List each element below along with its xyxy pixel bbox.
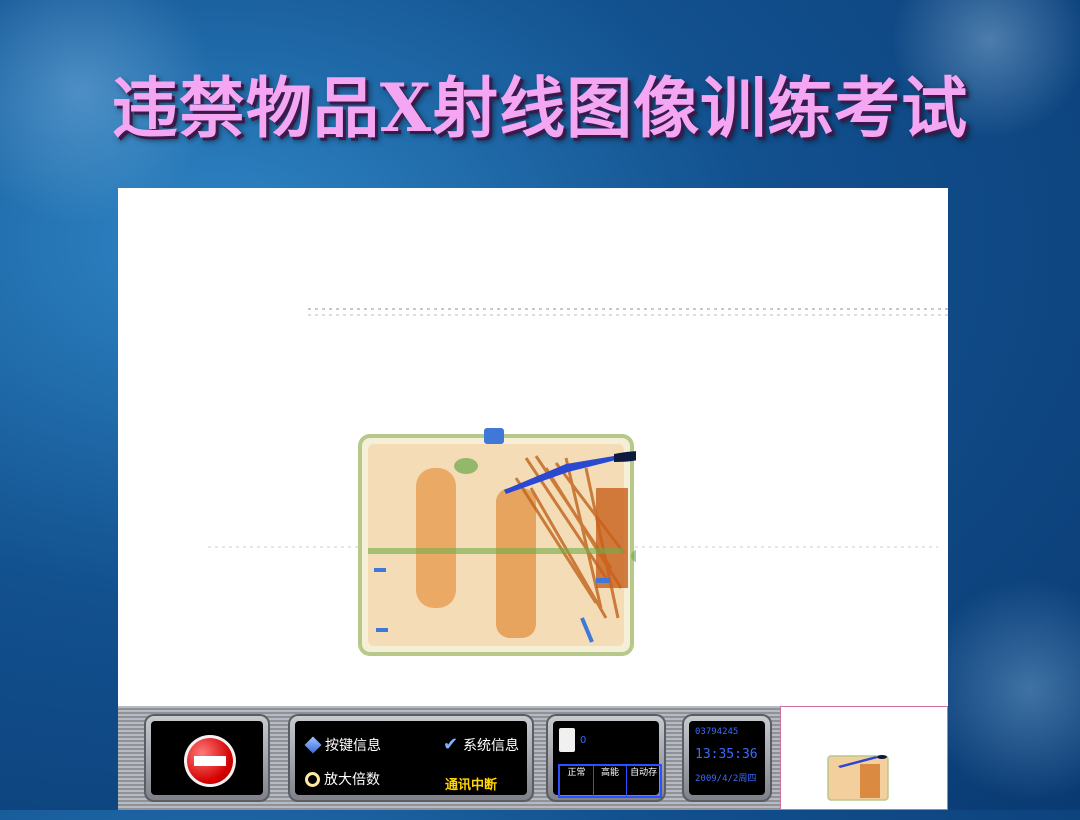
key-info-label: 按键信息	[325, 738, 381, 754]
thumbnail-luggage	[827, 755, 889, 801]
clock-panel: 03794245 13:35:36 2009/4/2周四	[682, 714, 772, 802]
stop-panel	[144, 714, 270, 802]
clock-time: 13:35:36	[695, 747, 758, 762]
stop-icon[interactable]	[184, 735, 236, 787]
xray-luggage-image	[358, 428, 636, 656]
xray-screen: 按键信息 放大倍数 ✔ 系统信息 通讯中断 0 正常 高能 自动存 037942…	[118, 188, 948, 810]
counter-panel-screen: 0 正常 高能 自动存	[553, 721, 662, 798]
slide-title: 违禁物品X射线图像训练考试	[111, 69, 969, 147]
magnifier-icon	[305, 771, 320, 787]
device-id: 03794245	[695, 727, 739, 737]
system-info-label: 系统信息	[463, 738, 519, 754]
checkmark-icon: ✔	[443, 734, 459, 755]
zoom-factor-button[interactable]: 放大倍数	[305, 769, 380, 789]
scanner-toolbar: 按键信息 放大倍数 ✔ 系统信息 通讯中断 0 正常 高能 自动存 037942…	[118, 706, 948, 810]
clock-panel-screen: 03794245 13:35:36 2009/4/2周四	[689, 721, 765, 795]
counter-value: 0	[580, 735, 587, 746]
mode-high-energy[interactable]: 高能	[594, 766, 628, 796]
scan-noise-line	[308, 308, 948, 310]
scan-noise-line	[308, 314, 948, 316]
menu-panel-screen: 按键信息 放大倍数 ✔ 系统信息 通讯中断	[295, 721, 527, 795]
counter-panel: 0 正常 高能 自动存	[546, 714, 666, 802]
connection-status: 通讯中断	[445, 778, 498, 793]
xray-scan-area	[118, 188, 948, 706]
thumbnail-preview[interactable]	[780, 706, 948, 810]
clock-date: 2009/4/2周四	[695, 774, 757, 784]
mode-auto-save[interactable]: 自动存	[627, 766, 660, 796]
mode-selector: 正常 高能 自动存	[558, 764, 662, 798]
menu-panel: 按键信息 放大倍数 ✔ 系统信息 通讯中断	[288, 714, 534, 802]
zoom-factor-label: 放大倍数	[324, 772, 380, 788]
bag-icon	[559, 728, 575, 752]
key-info-button[interactable]: 按键信息	[304, 735, 381, 755]
diamond-icon	[304, 736, 322, 754]
system-info-button[interactable]: ✔ 系统信息	[443, 735, 519, 755]
mode-normal[interactable]: 正常	[560, 766, 594, 796]
